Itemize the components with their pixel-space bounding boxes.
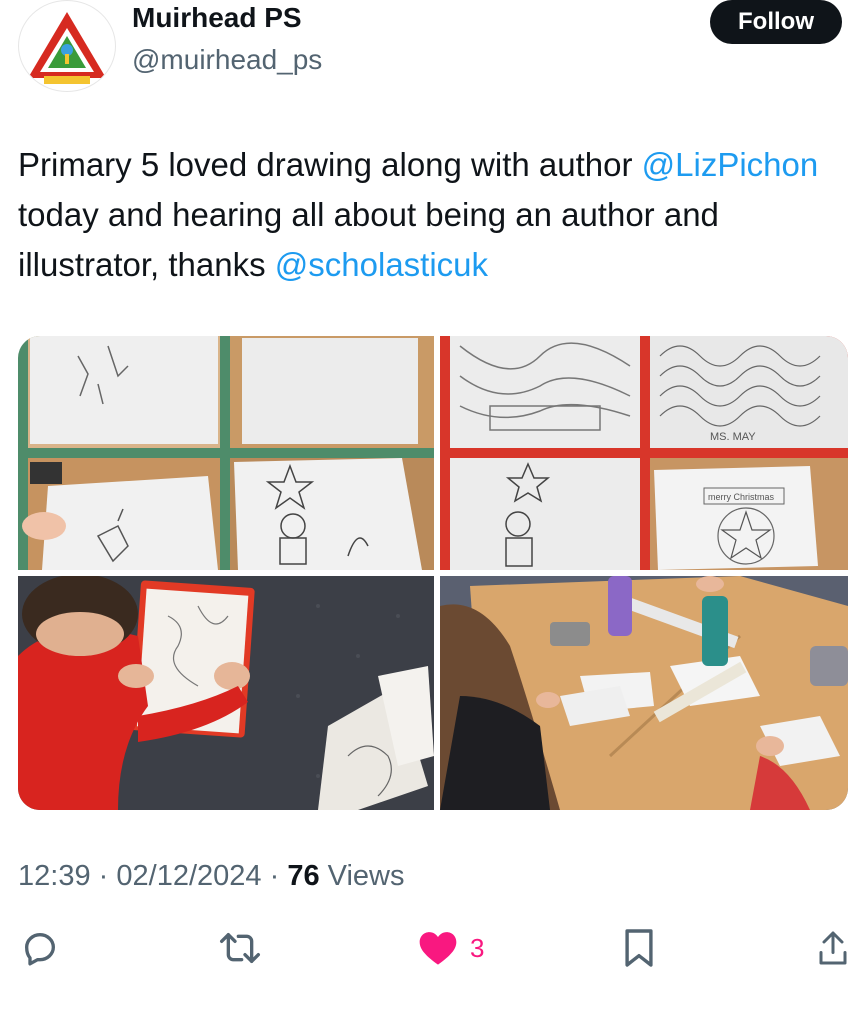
tweet-text: Primary 5 loved drawing along with autho… [18, 140, 830, 290]
heart-icon [419, 932, 457, 965]
like-count: 3 [470, 932, 485, 963]
drawing-label: MS. MAY [710, 431, 756, 443]
author-handle[interactable]: @muirhead_ps [132, 44, 322, 76]
media-photo-2[interactable]: MS. MAY merry Christmas [440, 336, 848, 570]
views-label: Views [327, 860, 405, 892]
views-count: 76 [287, 860, 320, 892]
drawings-collage-green [18, 336, 434, 570]
media-photo-3[interactable] [18, 576, 434, 810]
pupil-clipboard-photo [18, 576, 434, 810]
like-button[interactable]: 3 [418, 920, 484, 976]
mention-lizpichon[interactable]: @LizPichon [642, 146, 819, 183]
tweet-text-part: Primary 5 loved drawing along with autho… [18, 146, 642, 183]
bookmark-icon [625, 929, 653, 967]
pupils-tables-photo [440, 576, 848, 810]
mention-scholasticuk[interactable]: @scholasticuk [275, 246, 488, 283]
meta-separator: · [269, 860, 280, 892]
media-photo-1[interactable] [18, 336, 434, 570]
follow-button[interactable]: Follow [710, 0, 842, 44]
media-photo-4[interactable] [440, 576, 848, 810]
school-logo-icon [28, 12, 106, 84]
drawing-label: merry Christmas [708, 492, 775, 502]
retweet-icon [220, 933, 261, 963]
share-button[interactable] [818, 920, 848, 976]
meta-separator: · [98, 860, 109, 892]
author-name[interactable]: Muirhead PS [132, 2, 302, 34]
tweet-date[interactable]: 02/12/2024 [116, 860, 261, 892]
reply-button[interactable] [20, 920, 60, 976]
reply-icon [25, 933, 55, 966]
retweet-button[interactable] [218, 920, 262, 976]
tweet-meta: 12:39 · 02/12/2024 · 76 Views [18, 860, 405, 893]
bookmark-button[interactable] [622, 920, 656, 976]
share-icon [819, 931, 847, 965]
drawings-collage-red: MS. MAY merry Christmas [440, 336, 848, 570]
media-grid: MS. MAY merry Christmas [18, 336, 848, 810]
action-bar: 3 [0, 920, 848, 980]
tweet-time[interactable]: 12:39 [18, 860, 91, 892]
avatar[interactable] [18, 0, 116, 92]
